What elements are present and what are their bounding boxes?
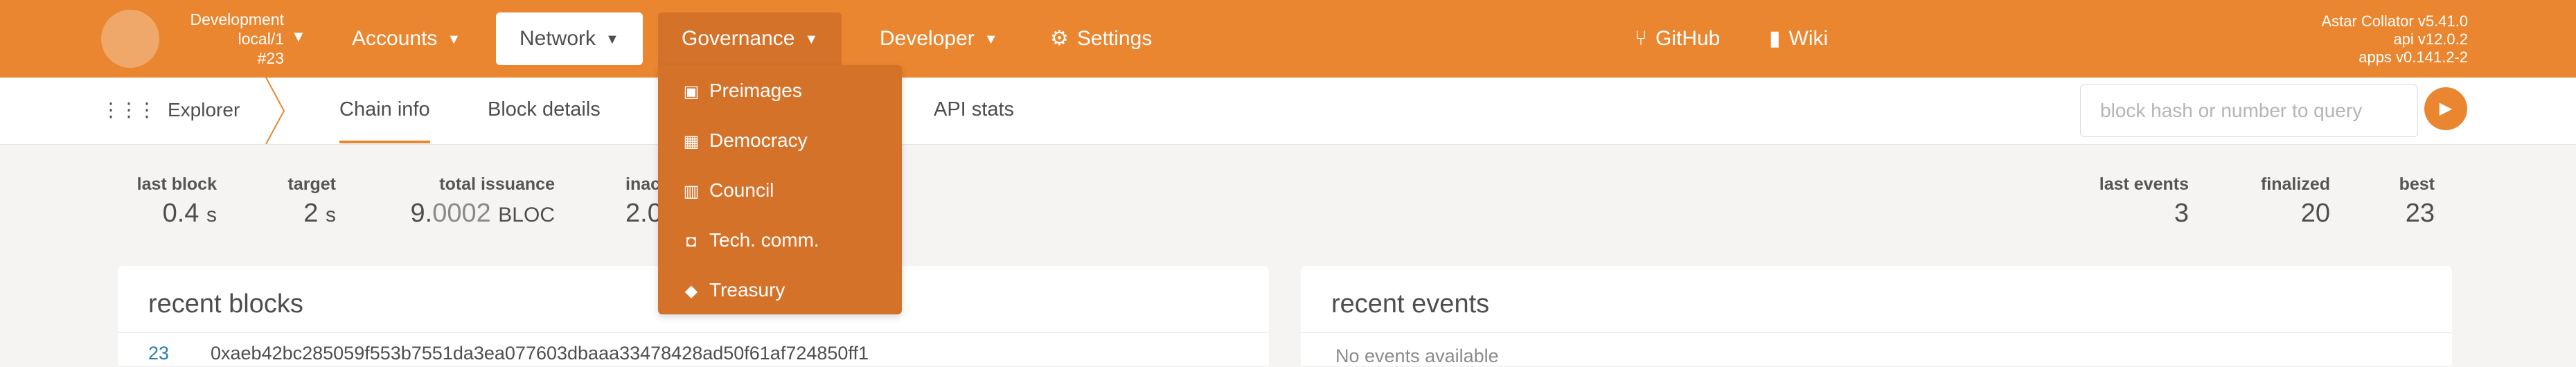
calendar-check-icon: ▦ [683, 132, 700, 151]
menu-item-tech-comm[interactable]: ◘ Tech. comm. [682, 223, 819, 258]
stat-inactive: inac 2.0 [625, 174, 662, 229]
stat-value: 20 [2300, 199, 2330, 228]
stat-number: 9. [410, 199, 433, 228]
chain-logo[interactable] [101, 10, 159, 68]
chain-block: #23 [257, 49, 284, 67]
version-info: Astar Collator v5.41.0 api v12.0.2 apps … [2321, 12, 2468, 66]
chain-endpoint: local/1 [238, 30, 284, 48]
grid-icon: ⋮⋮⋮ [101, 99, 157, 120]
block-number-link[interactable]: 23 [148, 343, 169, 364]
stat-unit: BLOC [498, 204, 555, 226]
nav-network[interactable]: Network ▼ [496, 12, 643, 65]
stat-label: target [287, 174, 336, 194]
api-version: api v12.0.2 [2393, 30, 2468, 48]
chevron-down-icon[interactable]: ▼ [291, 28, 306, 46]
stat-label: inac [625, 174, 661, 194]
section-explorer[interactable]: ⋮⋮⋮ Explorer [101, 98, 240, 121]
chain-selector[interactable]: Development local/1 #23 [173, 10, 284, 68]
menu-item-democracy[interactable]: ▦ Democracy [682, 123, 808, 158]
nav-settings[interactable]: ⚙ Settings [1027, 12, 1175, 65]
menu-item-label: Treasury [709, 279, 785, 301]
nav-developer-label: Developer [880, 27, 975, 50]
stat-label: finalized [2260, 174, 2330, 194]
empty-state-text: No events available [1335, 346, 1499, 366]
stat-label: last events [2099, 174, 2189, 194]
nav-github[interactable]: ⑂ GitHub [1611, 12, 1743, 65]
stat-target: target 2 s [288, 174, 336, 229]
top-navbar: Development local/1 #23 ▼ Accounts ▼ Netw… [0, 0, 2576, 78]
nav-accounts-label: Accounts [352, 27, 438, 50]
governance-dropdown-menu: ▣ Preimages ▦ Democracy ▥ Council ◘ Tech. co… [658, 65, 902, 314]
stat-last-block: last block 0.4 s [137, 174, 217, 229]
menu-item-preimages[interactable]: ▣ Preimages [682, 73, 802, 108]
gear-icon: ⚙ [1050, 27, 1069, 50]
chevron-down-icon: ▼ [804, 32, 819, 47]
stat-value: 9.0002 BLOC [410, 199, 555, 229]
stat-label: best [2399, 174, 2435, 194]
chevron-down-icon: ▼ [447, 32, 461, 47]
nav-developer[interactable]: Developer ▼ [856, 12, 1022, 65]
menu-item-council[interactable]: ▥ Council [682, 173, 774, 208]
search-submit-button[interactable]: ▶ [2424, 87, 2467, 130]
tab-api-stats[interactable]: API stats [934, 98, 1014, 121]
stat-value: 2.0 [625, 199, 662, 228]
stat-unit: s [326, 204, 336, 226]
microchip-icon: ◘ [686, 232, 697, 251]
nav-governance[interactable]: Governance ▼ [658, 12, 842, 65]
building-icon: ▥ [683, 182, 700, 201]
node-version: Astar Collator v5.41.0 [2321, 12, 2468, 30]
nav-network-label: Network [519, 27, 596, 50]
block-search-input[interactable] [2080, 84, 2418, 137]
stat-value: 2 s [288, 199, 336, 229]
nav-governance-label: Governance [682, 27, 795, 50]
recent-blocks-title: recent blocks [148, 289, 303, 319]
tab-block-details[interactable]: Block details [488, 98, 601, 121]
menu-item-label: Preimages [709, 80, 802, 101]
recent-events-title: recent events [1331, 289, 1490, 319]
stat-total-issuance: total issuance 9.0002 BLOC [410, 174, 555, 229]
stat-best: best 23 [2399, 174, 2435, 229]
stat-unit: s [206, 204, 217, 226]
tab-chain-info[interactable]: Chain info [339, 98, 430, 143]
stat-number: 0.4 [162, 199, 199, 228]
stat-finalized: finalized 20 [2261, 174, 2330, 229]
chevron-down-icon: ▼ [984, 32, 998, 47]
stat-label: total issuance [439, 174, 555, 194]
nav-settings-label: Settings [1076, 27, 1153, 50]
menu-item-label: Democracy [709, 129, 808, 151]
gem-icon: ◆ [684, 282, 698, 301]
table-row: 23 0xaeb42bc285059f553b7551da3ea077603db… [118, 332, 1269, 366]
stat-value: 0.4 s [137, 199, 217, 229]
nav-github-label: GitHub [1655, 27, 1721, 50]
breadcrumb-separator [265, 78, 285, 144]
stat-number: 2 [303, 199, 319, 228]
stat-last-events: last events 3 [2099, 174, 2189, 229]
nav-wiki-label: Wiki [1788, 27, 1829, 50]
play-icon: ▶ [2439, 99, 2453, 118]
menu-item-label: Tech. comm. [709, 229, 819, 251]
nav-wiki[interactable]: ▮ Wiki [1746, 12, 1851, 65]
chain-name: Development [190, 10, 284, 28]
block-hash: 0xaeb42bc285059f553b7551da3ea077603dbaaa… [211, 343, 869, 364]
stat-value: 3 [2174, 199, 2189, 228]
nav-accounts[interactable]: Accounts ▼ [328, 12, 484, 65]
recent-events-card: recent events No events available [1301, 266, 2452, 366]
apps-version: apps v0.141.2-2 [2359, 48, 2468, 66]
book-icon: ▮ [1769, 27, 1781, 50]
chevron-down-icon: ▼ [605, 32, 619, 47]
menu-item-label: Council [709, 179, 774, 201]
stat-value: 23 [2405, 199, 2435, 228]
sub-navbar: ⋮⋮⋮ Explorer Chain info Block details API… [0, 78, 2576, 145]
section-explorer-label: Explorer [168, 99, 240, 120]
stat-fraction: 0002 [432, 199, 491, 228]
image-icon: ▣ [683, 82, 700, 101]
stat-label: last block [136, 174, 217, 194]
table-row: No events available [1301, 332, 2452, 366]
code-branch-icon: ⑂ [1635, 27, 1647, 50]
menu-item-treasury[interactable]: ◆ Treasury [682, 273, 785, 307]
